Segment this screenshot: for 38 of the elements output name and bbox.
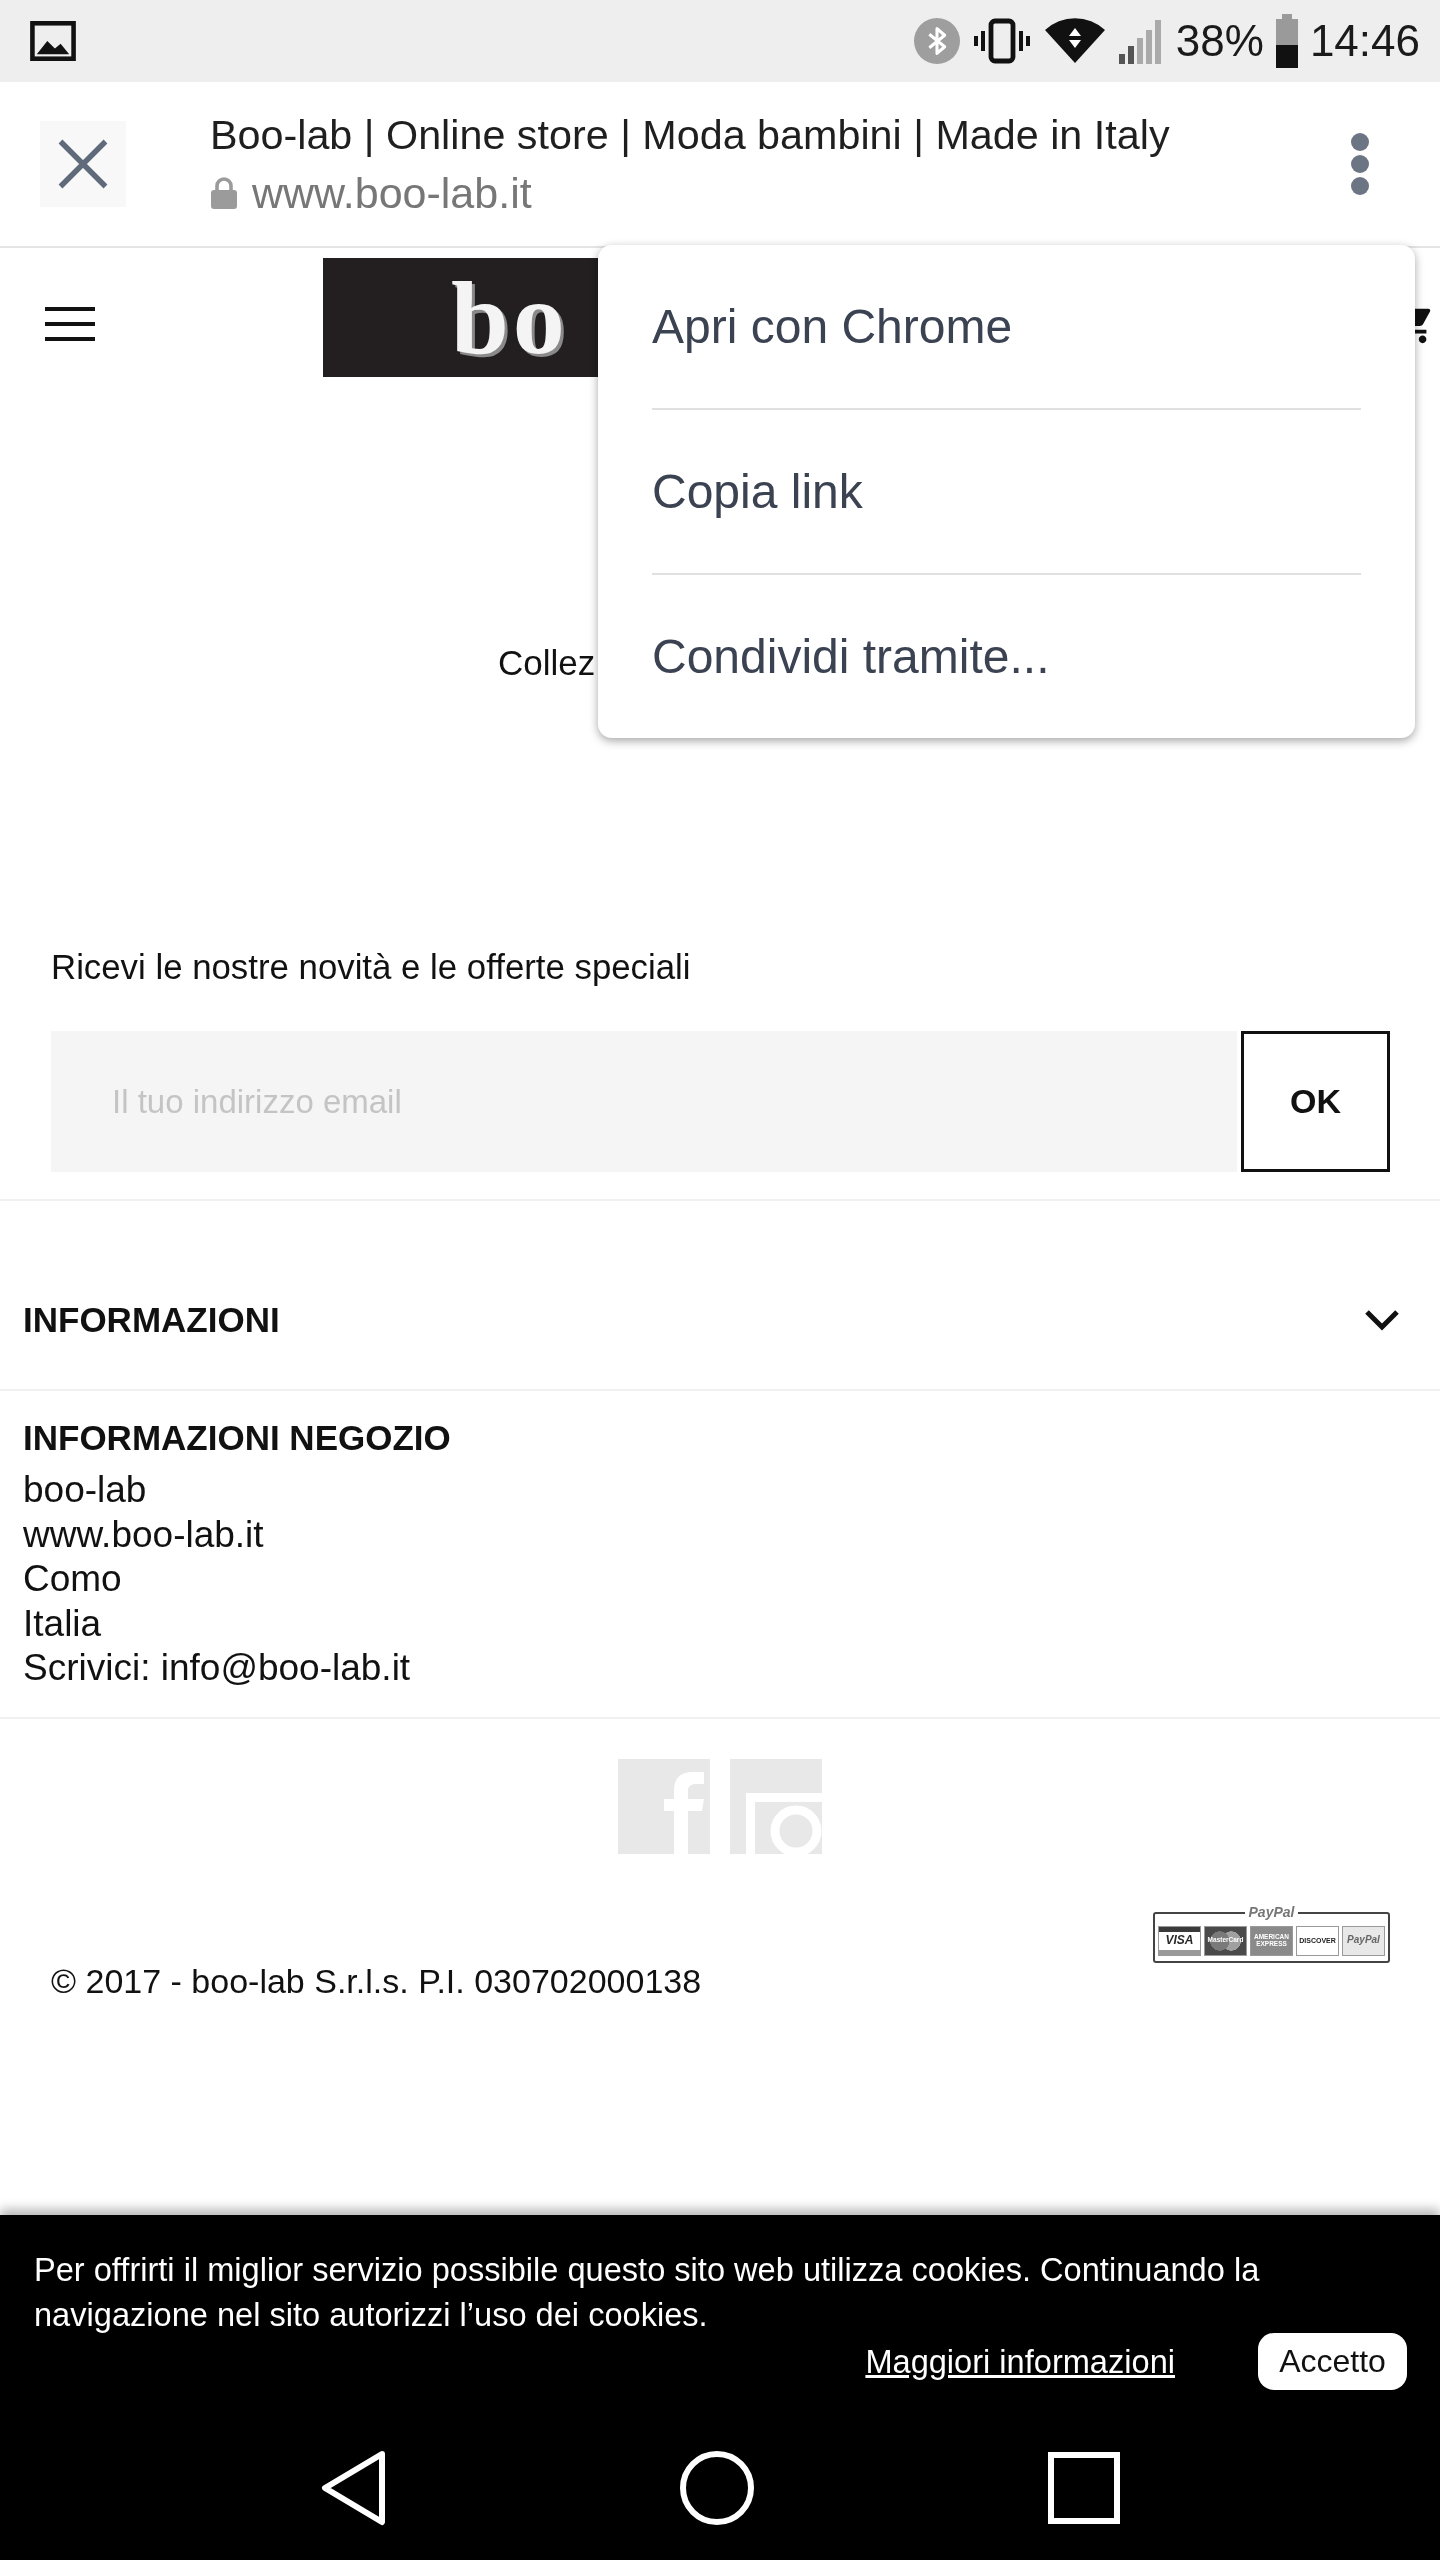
cookie-message: Per offrirti il miglior servizio possibile questo sito web utilizza cookies. Continuando la navigazione nel sito autorizzi l’uso dei cookies. [34,2250,1261,2335]
battery-icon [1275,14,1298,68]
menu-item[interactable]: Condividi tramite... [652,573,1361,738]
vibrate-icon [971,18,1032,64]
copyright-text: © 2017 - boo-lab S.r.l.s. P.I. 030702000138 [51,1960,702,2001]
payment-card-logo: PayPal [1342,1925,1385,1956]
menu-icon[interactable] [45,307,95,341]
store-info-line: Italia [23,1601,102,1646]
site-logo: bo [323,258,598,377]
more-info-link[interactable]: Maggiori informazioni [865,2341,1175,2382]
store-info-line: www.boo-lab.it [23,1512,264,1557]
recents-icon[interactable] [1048,2452,1120,2524]
signal-icon [1117,18,1164,64]
newsletter-label: Ricevi le nostre novità e le offerte speciali [51,947,691,987]
image-notification-icon [30,21,76,61]
menu-item[interactable]: Apri con Chrome [652,245,1361,408]
home-icon[interactable] [680,2451,754,2525]
page-url: www.boo-lab.it [252,169,532,217]
store-info-title: INFORMAZIONI NEGOZIO [23,1418,451,1458]
clock-time: 14:46 [1309,16,1420,66]
close-icon [56,137,110,191]
badge-title: PayPal [1244,1903,1299,1920]
accept-button[interactable]: Accetto [1258,2333,1407,2390]
lock-icon [210,177,238,209]
menu-item[interactable]: Copia link [652,408,1361,573]
back-icon[interactable] [320,2450,386,2526]
payment-card-logo: VISA [1158,1925,1201,1956]
bluetooth-icon [913,18,960,64]
store-info-line: Scrivici: info@boo-lab.it [23,1646,411,1690]
wifi-icon [1043,18,1106,64]
subscribe-button[interactable]: OK [1241,1031,1390,1172]
store-info-line: boo-lab [23,1468,147,1512]
battery-percentage: 38% [1175,16,1264,66]
more-options-icon [1351,133,1369,195]
close-button[interactable] [40,121,126,207]
page-title: Boo-lab | Online store | Moda bambini | Made in Italy [210,111,1170,159]
collection-text: Collez [498,643,596,683]
store-info-line: Como [23,1557,122,1601]
